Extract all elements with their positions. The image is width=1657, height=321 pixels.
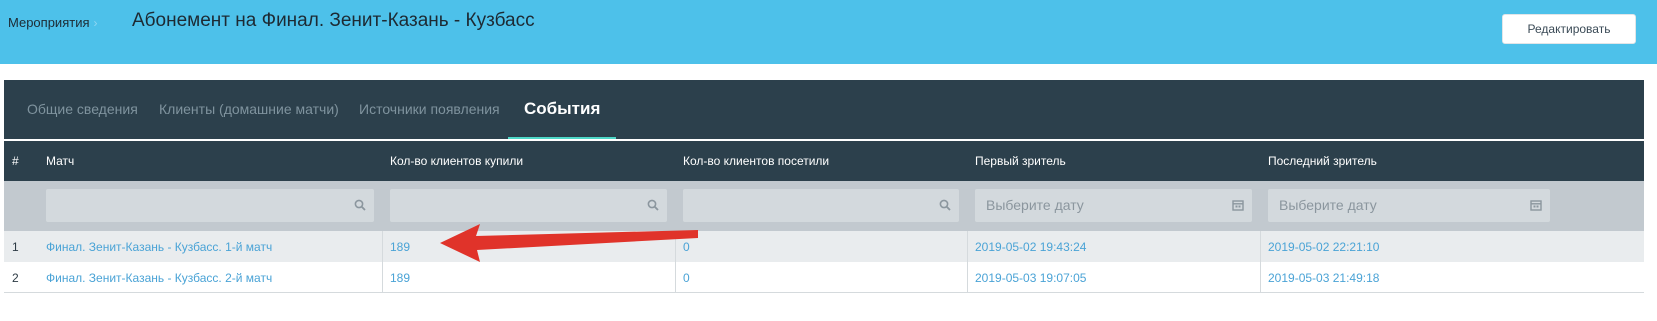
date-placeholder: Выберите дату: [986, 197, 1084, 213]
column-header-last-viewer[interactable]: Последний зритель: [1268, 154, 1377, 168]
bought-count-link[interactable]: 189: [390, 240, 410, 254]
search-icon: [354, 199, 366, 211]
tab-sources[interactable]: Источники появления: [359, 80, 500, 139]
visited-filter-input[interactable]: [683, 189, 959, 222]
last-viewer-link[interactable]: 2019-05-02 22:21:10: [1268, 240, 1379, 254]
top-header: Мероприятия › Абонемент на Финал. Зенит-…: [0, 0, 1657, 64]
column-header-match[interactable]: Матч: [46, 154, 74, 168]
column-header-visited[interactable]: Кол-во клиентов посетили: [683, 154, 829, 168]
column-divider: [675, 262, 676, 293]
match-link[interactable]: Финал. Зенит-Казань - Кузбасс. 2-й матч: [46, 271, 272, 285]
search-icon: [647, 199, 659, 211]
table-header: # Матч Кол-во клиентов купили Кол-во кли…: [4, 141, 1644, 181]
column-header-bought[interactable]: Кол-во клиентов купили: [390, 154, 523, 168]
calendar-icon[interactable]: [1232, 199, 1244, 211]
column-divider: [382, 231, 383, 262]
table-row: 2 Финал. Зенит-Казань - Кузбасс. 2-й мат…: [4, 262, 1644, 293]
match-link[interactable]: Финал. Зенит-Казань - Кузбасс. 1-й матч: [46, 240, 272, 254]
calendar-icon[interactable]: [1530, 199, 1542, 211]
breadcrumb-link-events[interactable]: Мероприятия: [8, 15, 90, 30]
first-viewer-link[interactable]: 2019-05-03 19:07:05: [975, 271, 1086, 285]
column-divider: [382, 262, 383, 293]
search-icon: [939, 199, 951, 211]
filter-row: Выберите дату Выберите дату: [4, 181, 1644, 231]
page-title: Абонемент на Финал. Зенит-Казань - Кузба…: [132, 10, 535, 31]
column-divider: [1260, 262, 1261, 293]
column-divider: [967, 231, 968, 262]
last-viewer-link[interactable]: 2019-05-03 21:49:18: [1268, 271, 1379, 285]
tab-events[interactable]: События: [507, 80, 617, 139]
edit-button[interactable]: Редактировать: [1502, 14, 1636, 44]
bought-filter-input[interactable]: [390, 189, 667, 222]
date-placeholder: Выберите дату: [1279, 197, 1377, 213]
match-filter-input[interactable]: [46, 189, 374, 222]
column-header-number[interactable]: #: [12, 154, 19, 168]
breadcrumb: Мероприятия ›: [8, 15, 98, 30]
tab-clients-home[interactable]: Клиенты (домашние матчи): [159, 80, 339, 139]
table-row: 1 Финал. Зенит-Казань - Кузбасс. 1-й мат…: [4, 231, 1644, 262]
chevron-right-icon: ›: [93, 15, 98, 30]
column-divider: [967, 262, 968, 293]
column-divider: [1260, 231, 1261, 262]
last-viewer-date-input[interactable]: Выберите дату: [1268, 189, 1550, 222]
row-number: 1: [12, 240, 19, 254]
red-arrow-annotation: [440, 224, 698, 262]
tab-general[interactable]: Общие сведения: [27, 80, 138, 139]
tab-bar: Общие сведения Клиенты (домашние матчи) …: [4, 80, 1644, 139]
first-viewer-link[interactable]: 2019-05-02 19:43:24: [975, 240, 1086, 254]
visited-count-link[interactable]: 0: [683, 271, 690, 285]
bought-count-link[interactable]: 189: [390, 271, 410, 285]
row-number: 2: [12, 271, 19, 285]
column-header-first-viewer[interactable]: Первый зритель: [975, 154, 1066, 168]
first-viewer-date-input[interactable]: Выберите дату: [975, 189, 1252, 222]
